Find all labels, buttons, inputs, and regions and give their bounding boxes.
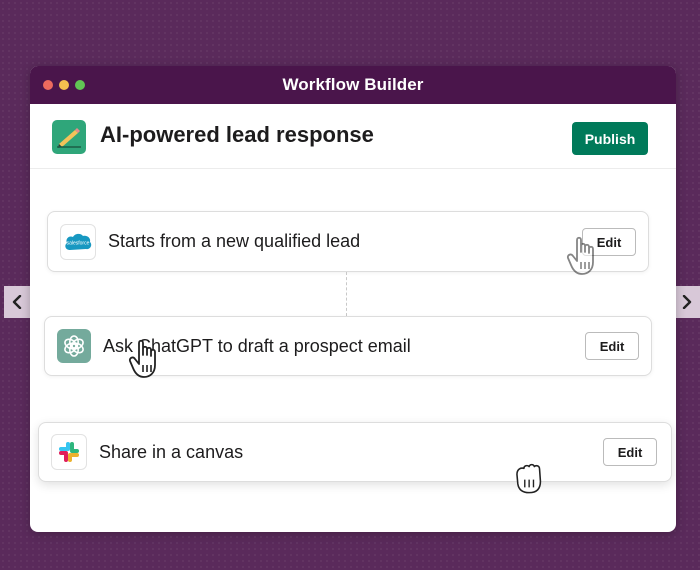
step-connector — [346, 272, 347, 316]
next-slide-button[interactable] — [674, 286, 700, 318]
header-divider — [30, 168, 676, 169]
prev-slide-button[interactable] — [4, 286, 30, 318]
grab-hand-icon — [566, 236, 594, 275]
publish-button[interactable]: Publish — [572, 122, 648, 155]
workflow-step-canvas[interactable]: Share in a canvas Edit — [38, 422, 672, 482]
title-bar: Workflow Builder — [30, 66, 676, 104]
step-label: Starts from a new qualified lead — [108, 231, 361, 251]
pencil-note-icon — [52, 120, 86, 154]
slack-icon — [51, 434, 87, 470]
workflow-header: AI-powered lead response Publish — [30, 104, 676, 174]
chevron-left-icon — [12, 295, 22, 309]
workflow-step-trigger[interactable]: salesforce Starts from a new qualified l… — [47, 211, 649, 272]
edit-button[interactable]: Edit — [603, 438, 657, 466]
grab-hand-icon — [516, 463, 542, 494]
edit-button[interactable]: Edit — [585, 332, 639, 360]
grab-hand-icon — [128, 339, 156, 378]
workflow-title: AI-powered lead response — [100, 122, 374, 147]
window-title: Workflow Builder — [282, 75, 424, 94]
salesforce-logo-text: salesforce — [67, 241, 90, 247]
chatgpt-icon — [57, 329, 91, 363]
chevron-right-icon — [682, 295, 692, 309]
step-label: Share in a canvas — [99, 442, 244, 462]
salesforce-icon: salesforce — [60, 224, 96, 260]
